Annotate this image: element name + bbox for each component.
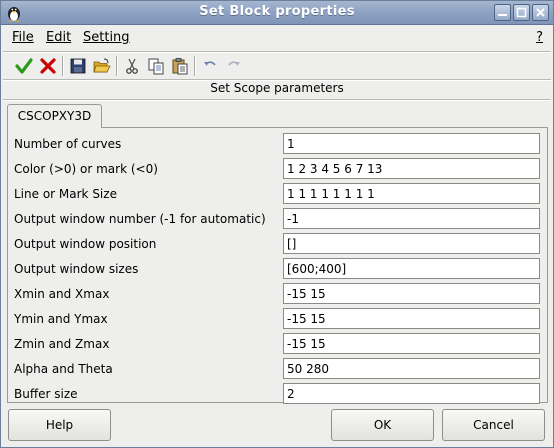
maximize-button[interactable] [513,4,530,21]
param-row: Output window sizes [8,256,547,281]
menu-file-label: File [12,30,34,45]
reject-button[interactable] [37,55,59,77]
ok-button[interactable]: OK [331,409,434,441]
paste-button[interactable] [169,55,191,77]
save-icon [70,58,86,74]
undo-icon [204,61,216,66]
maximize-icon [516,7,527,18]
param-label: Ymin and Ymax [14,312,108,326]
param-row: Xmin and Xmax [8,281,547,306]
cut-button[interactable] [121,55,143,77]
param-input[interactable] [283,233,540,254]
copy-button[interactable] [145,55,167,77]
cross-icon [40,58,56,74]
param-row: Ymin and Ymax [8,306,547,331]
param-label: Buffer size [14,387,78,401]
section-title: Set Scope parameters [210,81,344,95]
param-label: Alpha and Theta [14,362,113,376]
param-label: Output window number (-1 for automatic) [14,212,266,226]
save-button[interactable] [67,55,89,77]
menu-help[interactable]: ? [536,30,543,45]
open-button[interactable] [91,55,113,77]
param-label: Zmin and Zmax [14,337,110,351]
undo-button[interactable] [199,55,221,77]
param-label: Xmin and Xmax [14,287,110,301]
tab-panel: Number of curves Color (>0) or mark (<0) L… [7,127,548,406]
param-input[interactable] [283,258,540,279]
param-input[interactable] [283,133,540,154]
copy-icon [148,58,164,75]
param-label: Line or Mark Size [14,187,117,201]
param-label: Number of curves [14,137,122,151]
param-row: Number of curves [8,131,547,156]
param-row: Color (>0) or mark (<0) [8,156,547,181]
tab-cscopxy3d[interactable]: CSCOPXY3D [7,104,102,128]
folder-open-icon [93,58,111,73]
toolbar-separator [62,56,64,76]
param-input[interactable] [283,383,540,404]
minimize-button[interactable] [494,4,511,21]
scissors-icon [126,58,138,74]
menu-edit[interactable]: Edit [46,30,71,45]
param-input[interactable] [283,308,540,329]
section-separator [3,99,551,101]
dialog-window: Set Block properties File Edit Setting ? [0,0,554,448]
param-input[interactable] [283,158,540,179]
checkmark-icon [15,58,33,74]
minimize-icon [498,14,507,16]
param-row: Line or Mark Size [8,181,547,206]
menu-file[interactable]: File [12,30,34,45]
close-icon [536,8,545,17]
paste-icon [172,58,188,75]
param-label: Color (>0) or mark (<0) [14,162,158,176]
param-label: Output window position [14,237,157,251]
menu-edit-label: Edit [46,30,72,45]
param-row: Buffer size [8,381,547,406]
param-input[interactable] [283,208,540,229]
param-row: Output window position [8,231,547,256]
redo-icon [228,61,240,66]
toolbar [1,53,553,79]
toolbar-separator [194,56,196,76]
menu-setting-label: Setting [83,30,130,45]
title-bar[interactable]: Set Block properties [1,1,553,25]
toolbar-separator [116,56,118,76]
param-row: Output window number (-1 for automatic) [8,206,547,231]
param-input[interactable] [283,183,540,204]
param-row: Zmin and Zmax [8,331,547,356]
window-title: Set Block properties [199,4,355,19]
help-button[interactable]: Help [8,409,111,441]
param-input[interactable] [283,358,540,379]
param-label: Output window sizes [14,262,139,276]
param-input[interactable] [283,283,540,304]
param-row: Alpha and Theta [8,356,547,381]
param-input[interactable] [283,333,540,354]
accept-button[interactable] [13,55,35,77]
menu-setting[interactable]: Setting [83,30,130,45]
close-button[interactable] [532,4,549,21]
cancel-button[interactable]: Cancel [442,409,545,441]
menu-bar: File Edit Setting ? [1,26,553,50]
redo-button[interactable] [223,55,245,77]
